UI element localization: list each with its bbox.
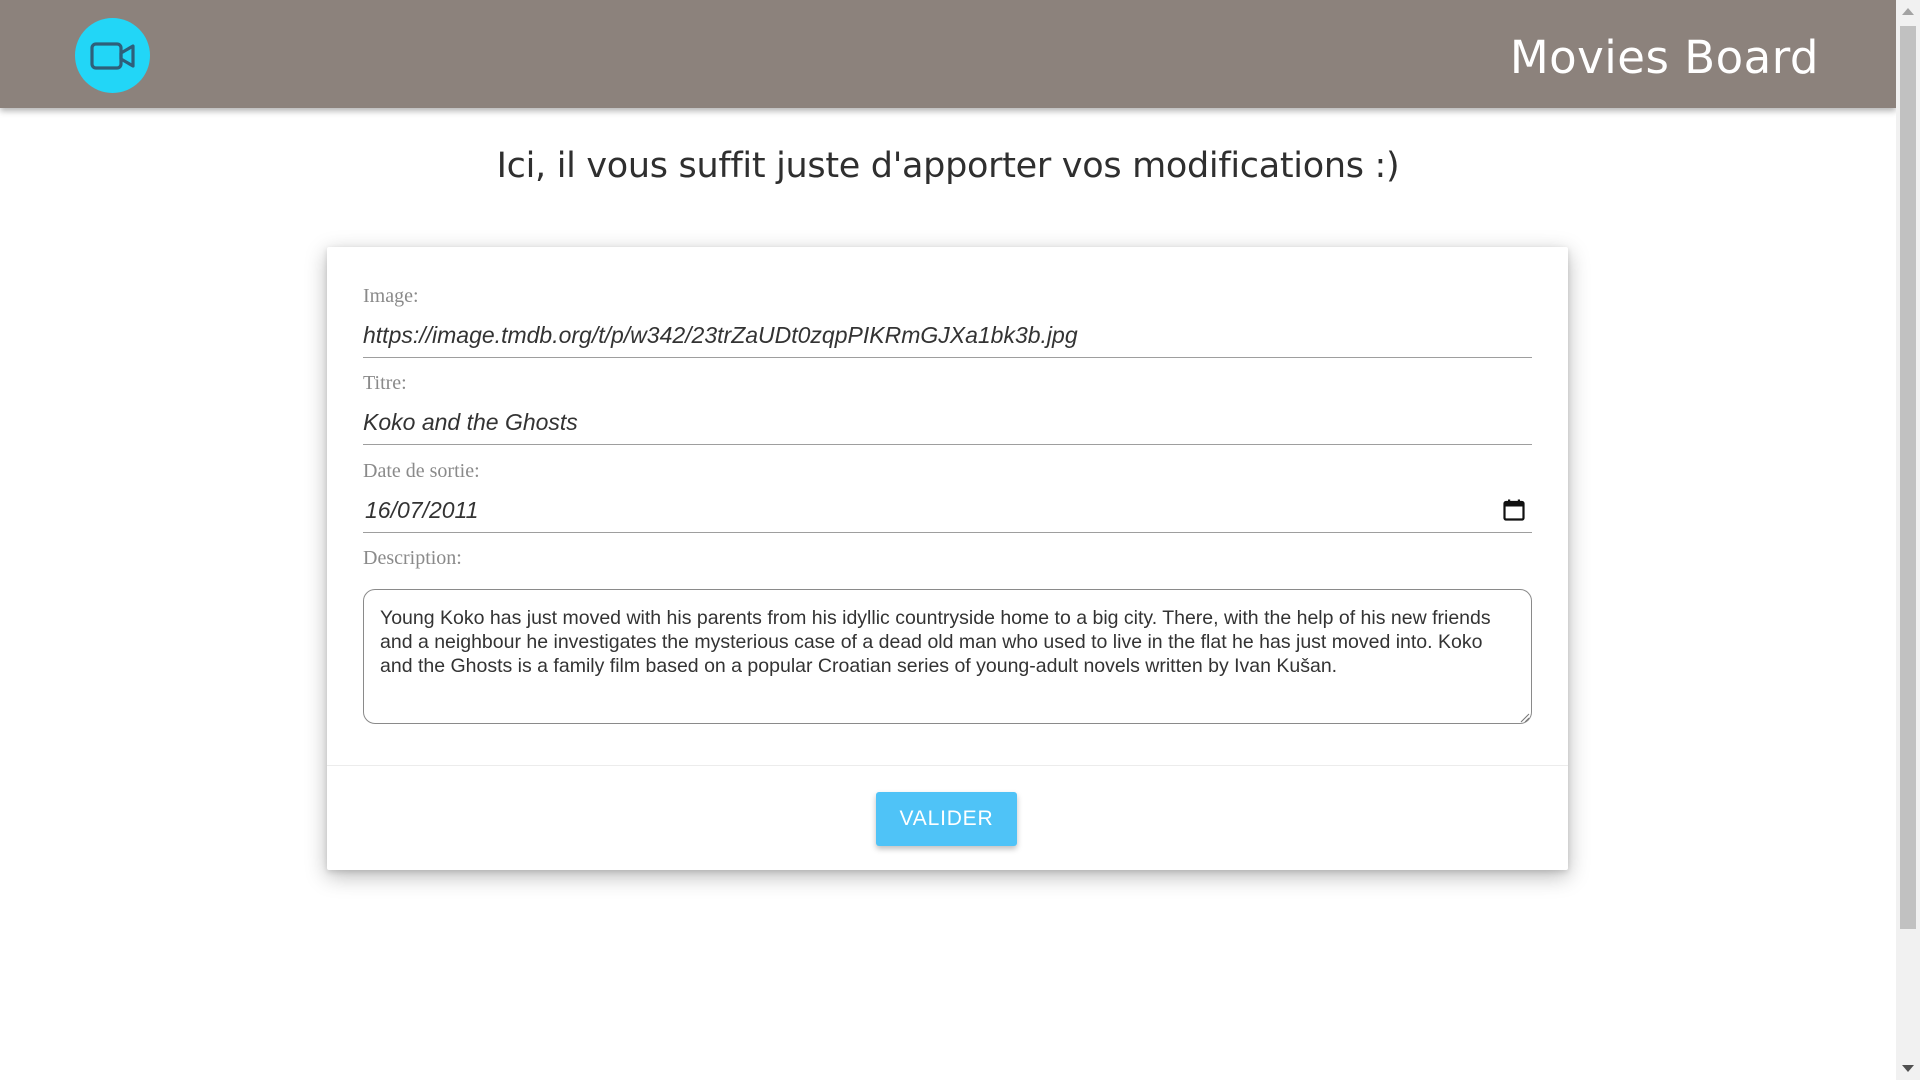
image-field: Image: bbox=[363, 285, 1532, 361]
release-date-input[interactable] bbox=[363, 489, 1532, 533]
image-url-input[interactable] bbox=[363, 314, 1532, 358]
scroll-down-arrow-icon[interactable] bbox=[1902, 1065, 1914, 1072]
home-logo[interactable] bbox=[75, 18, 150, 93]
page-heading: Ici, il vous suffit juste d'apporter vos… bbox=[496, 146, 1400, 186]
title-field: Titre: bbox=[363, 372, 1532, 448]
scroll-up-arrow-icon[interactable] bbox=[1902, 8, 1914, 15]
resize-grip-icon[interactable] bbox=[1520, 713, 1530, 723]
description-textarea[interactable]: Young Koko has just moved with his paren… bbox=[363, 589, 1532, 724]
title-label: Titre: bbox=[363, 372, 407, 394]
title-input[interactable] bbox=[363, 401, 1532, 445]
release-date-field: Date de sortie: bbox=[363, 460, 1532, 536]
description-label: Description: bbox=[363, 547, 462, 569]
card-divider bbox=[327, 765, 1568, 766]
scroll-thumb[interactable] bbox=[1900, 26, 1916, 929]
image-label: Image: bbox=[363, 285, 419, 307]
page-scrollbar[interactable] bbox=[1896, 0, 1920, 1080]
app-title: Movies Board bbox=[1509, 31, 1819, 84]
validate-button[interactable]: VALIDER bbox=[876, 792, 1017, 846]
app-header: Movies Board bbox=[0, 0, 1896, 108]
edit-movie-form: Image: Titre: Date de sortie: Descriptio… bbox=[327, 247, 1568, 870]
video-camera-icon bbox=[89, 41, 135, 70]
release-date-label: Date de sortie: bbox=[363, 460, 480, 482]
description-field: Description: bbox=[363, 547, 1532, 577]
page: Movies Board Ici, il vous suffit juste d… bbox=[0, 0, 1896, 1080]
calendar-icon[interactable] bbox=[1502, 498, 1526, 522]
